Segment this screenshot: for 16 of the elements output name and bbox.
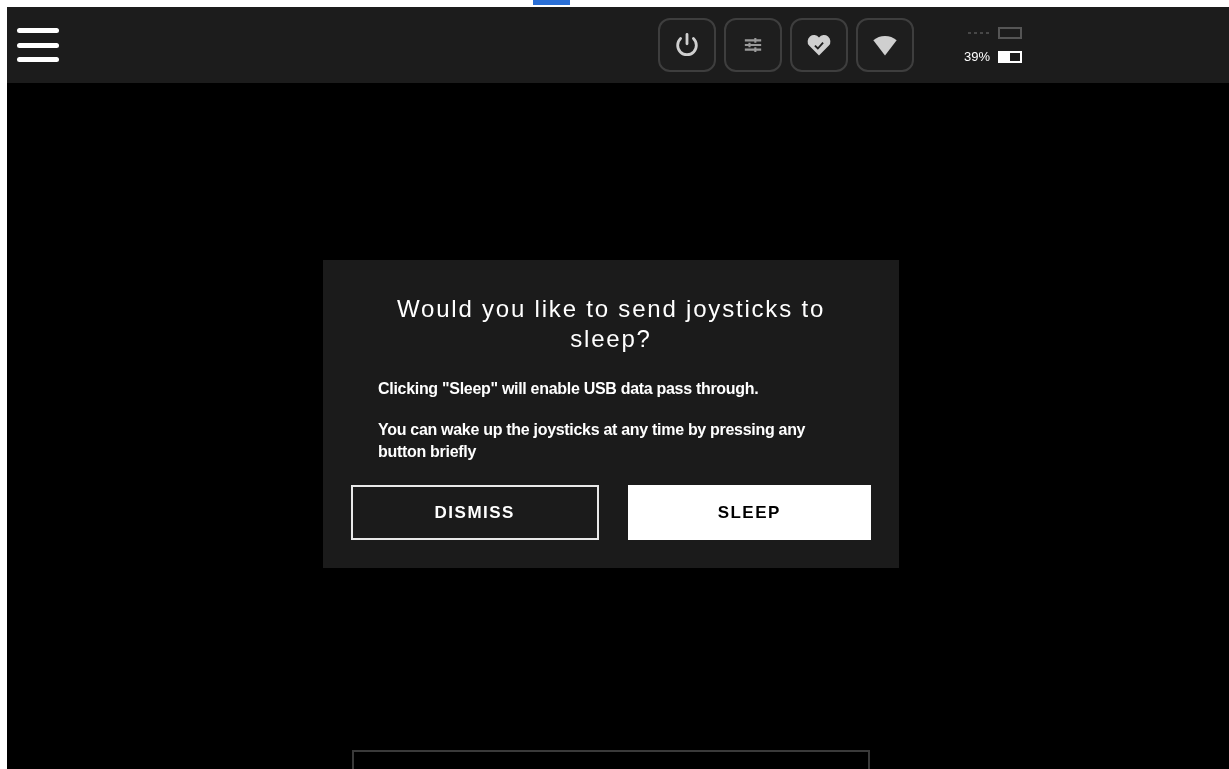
toolbar-button[interactable] <box>856 18 914 72</box>
battery-icon <box>998 51 1023 63</box>
sleep-button[interactable]: SLEEP <box>627 485 871 540</box>
dashed-line-icon <box>968 32 991 34</box>
dialog-text: Clicking "Sleep" will enable USB data pass through. <box>378 379 760 399</box>
menu-button[interactable] <box>17 25 59 65</box>
power-icon <box>673 31 701 59</box>
toolbar-button[interactable] <box>658 18 716 72</box>
dialog-title: Would you like to send joysticks to sleep? <box>395 294 827 354</box>
battery-percentage: 39% <box>964 48 991 67</box>
tab-indicator <box>533 0 570 5</box>
battery-icon <box>998 27 1023 39</box>
dialog-text: You can wake up the joysticks at any time by pressing any button briefly <box>378 420 807 462</box>
toolbar-button[interactable] <box>790 18 848 72</box>
dismiss-button[interactable]: DISMISS <box>351 485 599 540</box>
toolbar-button[interactable] <box>724 18 782 72</box>
